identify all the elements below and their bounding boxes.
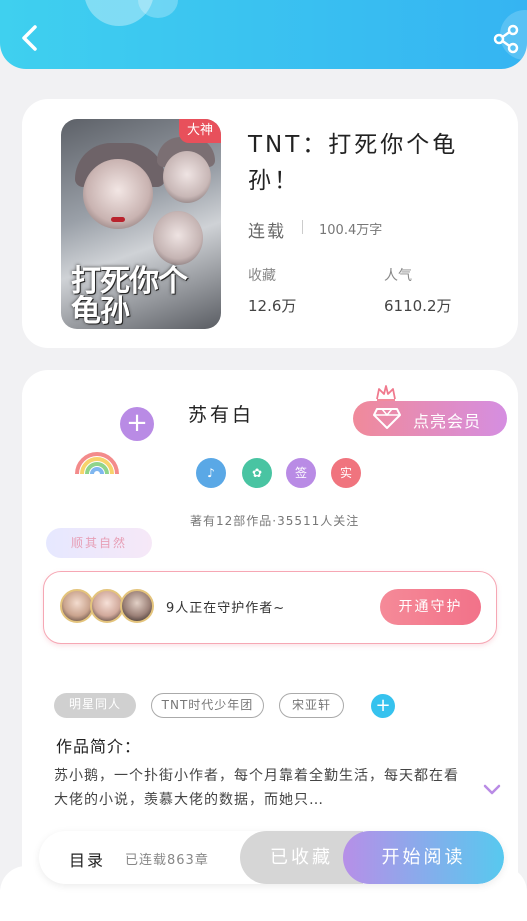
follow-author-button[interactable]: + [120, 407, 154, 441]
guard-count-text: 9人正在守护作者~ [166, 601, 286, 616]
guard-author-panel: 9人正在守护作者~ 开通守护 [43, 571, 497, 644]
tag-tnt-group[interactable]: TNT时代少年团 [151, 693, 264, 718]
cover-art [111, 217, 125, 222]
top-header [0, 0, 527, 69]
bottom-action-bar: 目录 已连载863章 已收藏 开始阅读 [39, 831, 504, 884]
guardian-avatar[interactable] [120, 589, 154, 623]
author-level-badge: 大神 [179, 119, 221, 143]
rainbow-avatar-icon[interactable] [72, 440, 122, 480]
guardian-avatar[interactable] [60, 589, 94, 623]
diamond-icon [373, 407, 401, 429]
book-info-card: 打死你个龟孙 大神 TNT：打死你个龟孙！ 连载 100.4万字 收藏 12.6… [22, 99, 518, 348]
tag-song-yaxuan[interactable]: 宋亚轩 [279, 693, 344, 718]
start-reading-button[interactable]: 开始阅读 [343, 831, 504, 884]
achievement-medal-icon[interactable]: ✿ [242, 458, 272, 488]
author-motto-badge: 顺其自然 [46, 528, 152, 558]
chevron-down-icon[interactable] [482, 782, 502, 796]
share-icon[interactable] [490, 22, 522, 54]
chapter-count[interactable]: 已连载863章 [125, 849, 209, 868]
book-cover[interactable]: 打死你个龟孙 大神 [61, 119, 221, 329]
fan-medal-icon[interactable]: ♪ [196, 458, 226, 488]
open-guard-button[interactable]: 开通守护 [380, 589, 481, 625]
book-title: TNT：打死你个龟孙！ [248, 132, 459, 194]
cover-art [163, 151, 211, 203]
author-card: + 顺其自然 苏有白 点亮会员 ♪ ✿ 签 实 著有12部作品·35511人关注… [22, 370, 518, 910]
popularity-label: 人气 [384, 268, 412, 284]
cover-title: 打死你个龟孙 [71, 264, 188, 329]
guardian-avatar[interactable] [90, 589, 124, 623]
works-info: 著有12部作品·35511人关注 [190, 514, 360, 528]
author-name[interactable]: 苏有白 [188, 400, 254, 427]
intro-title: 作品简介： [56, 737, 142, 756]
vip-membership-button[interactable]: 点亮会员 [353, 401, 507, 436]
vip-button-label: 点亮会员 [413, 412, 482, 431]
signed-medal-icon[interactable]: 签 [286, 458, 316, 488]
popularity-value: 6110.2万 [384, 297, 452, 315]
favorites-value: 12.6万 [248, 297, 297, 315]
cover-art [153, 211, 203, 265]
favorites-label: 收藏 [248, 268, 276, 284]
word-count: 100.4万字 [319, 223, 383, 238]
serial-status: 连载 [248, 222, 286, 242]
table-of-contents-button[interactable]: 目录 [69, 847, 105, 871]
crown-icon [375, 384, 397, 402]
intro-text: 苏小鹅，一个扑街小作者，每个月靠着全勤生活，每天都在看大佬的小说，羡慕大佬的数据… [54, 768, 459, 808]
divider [302, 220, 303, 234]
tag-celebrity-fanfic[interactable]: 明星同人 [54, 693, 136, 718]
add-tag-button[interactable]: + [371, 694, 395, 718]
chevron-left-icon[interactable] [16, 22, 44, 54]
verified-medal-icon[interactable]: 实 [331, 458, 361, 488]
